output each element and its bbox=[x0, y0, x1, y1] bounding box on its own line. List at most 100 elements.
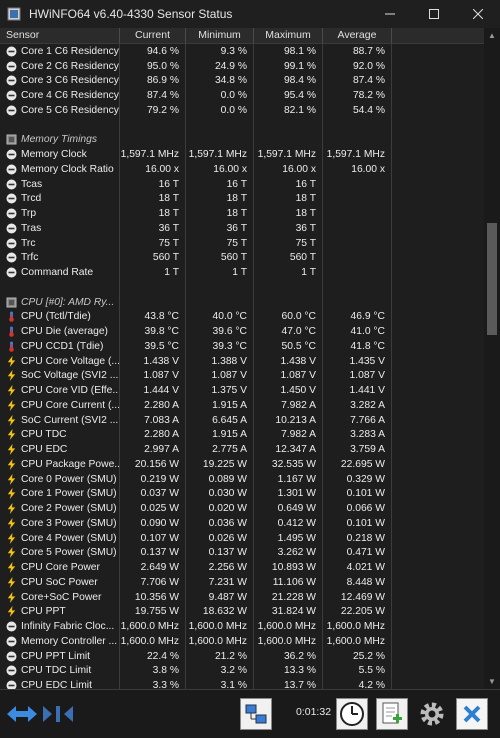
maximum-value bbox=[254, 294, 323, 310]
sensor-name-cell: Core 2 Power (SMU) bbox=[0, 501, 120, 516]
sensor-row[interactable]: SoC Current (SVI2 ... 7.083 A 6.645 A 10.21… bbox=[0, 412, 484, 428]
group-header-row[interactable]: Memory Timings bbox=[0, 132, 484, 148]
header-average[interactable]: Average bbox=[323, 28, 392, 43]
sensor-row[interactable]: Memory Controller ... 1,600.0 MHz 1,600.0 … bbox=[0, 634, 484, 649]
header-maximum[interactable]: Maximum bbox=[254, 28, 323, 43]
sensor-label: Core+SoC Power bbox=[21, 591, 102, 603]
sensor-row[interactable]: CPU PPT Limit 22.4 % 21.2 % 36.2 % 25.2 % bbox=[0, 648, 484, 664]
sensor-row[interactable]: Tras 36 T 36 T 36 T bbox=[0, 221, 484, 236]
sensor-row[interactable]: Trc 75 T 75 T 75 T bbox=[0, 235, 484, 251]
sensor-row[interactable]: Memory Clock Ratio 16.00 x 16.00 x 16.00 x1… bbox=[0, 162, 484, 177]
current-value: 10.356 W bbox=[120, 589, 186, 605]
average-value: 87.4 % bbox=[323, 73, 392, 89]
sensor-label: CPU TDC Limit bbox=[21, 665, 92, 677]
lightning-bolt-icon bbox=[6, 591, 17, 603]
vertical-scrollbar[interactable]: ▲ ▼ bbox=[484, 28, 500, 689]
sensor-minus-icon bbox=[6, 621, 17, 632]
scroll-up-arrow[interactable]: ▲ bbox=[484, 28, 500, 43]
header-sensor[interactable]: Sensor bbox=[0, 28, 120, 43]
sensor-row[interactable]: Core 0 Power (SMU) 0.219 W 0.089 W 1.167 W0… bbox=[0, 471, 484, 487]
sensor-row[interactable]: Core 3 C6 Residency 86.9 % 34.8 % 98.4 % 87.… bbox=[0, 73, 484, 89]
header-minimum[interactable]: Minimum bbox=[186, 28, 254, 43]
scroll-thumb[interactable] bbox=[487, 223, 497, 335]
sensor-row[interactable]: CPU SoC Power 7.706 W 7.231 W 11.106 W 8.448… bbox=[0, 575, 484, 590]
sensor-row[interactable]: CPU CCD1 (Tdie) 39.5 °C 39.3 °C 50.5 °C 41.8… bbox=[0, 339, 484, 354]
minimum-value: 9.487 W bbox=[186, 589, 254, 605]
maximum-value: 12.347 A bbox=[254, 442, 323, 457]
average-value: 1.441 V bbox=[323, 383, 392, 398]
current-value: 2.280 A bbox=[120, 398, 186, 413]
current-value: 2.997 A bbox=[120, 442, 186, 457]
sensor-row[interactable]: Core 5 C6 Residency 79.2 % 0.0 % 82.1 % 54.4… bbox=[0, 103, 484, 118]
minimum-value: 18 T bbox=[186, 191, 254, 207]
average-value: 46.9 °C bbox=[323, 309, 392, 325]
lightning-bolt-icon bbox=[6, 370, 17, 382]
sensor-row[interactable]: Infinity Fabric Cloc... 1,600.0 MHz 1,600.… bbox=[0, 619, 484, 634]
maximum-value: 32.535 W bbox=[254, 457, 323, 472]
sensor-row[interactable]: CPU Core VID (Effe... 1.444 V 1.375 V 1.450… bbox=[0, 383, 484, 398]
sensor-label: Trp bbox=[21, 208, 37, 220]
minimum-value: 0.036 W bbox=[186, 516, 254, 531]
sensor-row[interactable]: Core 2 Power (SMU) 0.025 W 0.020 W 0.649 W0… bbox=[0, 501, 484, 516]
minimum-value: 39.6 °C bbox=[186, 324, 254, 339]
sensor-row[interactable]: Core 5 Power (SMU) 0.137 W 0.137 W 3.262 W0… bbox=[0, 545, 484, 561]
sensor-label: Command Rate bbox=[21, 267, 94, 279]
sensor-row[interactable]: Core 4 C6 Residency 87.4 % 0.0 % 95.4 % 78.2… bbox=[0, 88, 484, 103]
sensor-row[interactable]: Core 1 Power (SMU) 0.037 W 0.030 W 1.301 W0… bbox=[0, 486, 484, 502]
sensor-row[interactable]: SoC Voltage (SVI2 ... 1.087 V 1.087 V 1.087… bbox=[0, 368, 484, 384]
sensor-row[interactable]: Trp 18 T 18 T 18 T bbox=[0, 206, 484, 221]
minimum-value: 0.020 W bbox=[186, 501, 254, 516]
sensor-row[interactable]: Core 2 C6 Residency 95.0 % 24.9 % 99.1 % 92.… bbox=[0, 58, 484, 74]
expand-collapse-button[interactable] bbox=[6, 698, 38, 730]
average-value: 25.2 % bbox=[323, 648, 392, 664]
sensor-row[interactable]: Trfc 560 T 560 T 560 T bbox=[0, 250, 484, 266]
settings-button[interactable] bbox=[416, 698, 448, 730]
sensor-row[interactable]: CPU Core Current (... 2.280 A 1.915 A 7.982… bbox=[0, 398, 484, 413]
network-button[interactable] bbox=[240, 698, 272, 730]
lightning-bolt-icon bbox=[6, 458, 17, 470]
sensor-row[interactable]: Core+SoC Power 10.356 W 9.487 W 21.228 W 12.… bbox=[0, 589, 484, 605]
scroll-down-arrow[interactable]: ▼ bbox=[484, 674, 500, 689]
average-value: 16.00 x bbox=[323, 162, 392, 177]
sensor-row[interactable]: CPU (Tctl/Tdie) 43.8 °C 40.0 °C 60.0 °C 46.9… bbox=[0, 309, 484, 325]
sensor-row[interactable]: CPU Core Power 2.649 W 2.256 W 10.893 W 4.02… bbox=[0, 560, 484, 575]
sensor-row[interactable]: Core 3 Power (SMU) 0.090 W 0.036 W 0.412 W0… bbox=[0, 516, 484, 531]
sensor-label: Trc bbox=[21, 237, 36, 249]
group-header-row[interactable]: CPU [#0]: AMD Ry... bbox=[0, 294, 484, 310]
sensor-row[interactable]: Memory Clock 1,597.1 MHz 1,597.1 MHz 1,597.… bbox=[0, 147, 484, 162]
header-current[interactable]: Current bbox=[120, 28, 186, 43]
lightning-bolt-icon bbox=[6, 562, 17, 574]
log-button[interactable] bbox=[376, 698, 408, 730]
minimum-value: 40.0 °C bbox=[186, 309, 254, 325]
current-value: 1.444 V bbox=[120, 383, 186, 398]
sensor-row[interactable]: Core 4 Power (SMU) 0.107 W 0.026 W 1.495 W0… bbox=[0, 530, 484, 546]
sensor-row[interactable]: CPU PPT 19.755 W 18.632 W 31.824 W 22.205 W bbox=[0, 604, 484, 620]
minimize-button[interactable] bbox=[368, 0, 412, 28]
sensor-row[interactable]: Core 1 C6 Residency 94.6 % 9.3 % 98.1 % 88.7… bbox=[0, 44, 484, 59]
maximize-button[interactable] bbox=[412, 0, 456, 28]
double-arrow-icon bbox=[7, 706, 37, 722]
clock-reset-button[interactable] bbox=[336, 698, 368, 730]
sensor-row[interactable]: CPU Package Powe... 20.156 W 19.225 W 32.53… bbox=[0, 457, 484, 472]
maximum-value: 1.450 V bbox=[254, 383, 323, 398]
sensor-row[interactable]: Trcd 18 T 18 T 18 T bbox=[0, 191, 484, 207]
sensor-minus-icon bbox=[6, 179, 17, 190]
sensor-name-cell: Memory Controller ... bbox=[0, 634, 120, 649]
average-value: 7.766 A bbox=[323, 412, 392, 428]
sensor-row[interactable]: CPU EDC 2.997 A 2.775 A 12.347 A 3.759 A bbox=[0, 442, 484, 457]
sensor-row[interactable]: CPU TDC Limit 3.8 % 3.2 % 13.3 % 5.5 % bbox=[0, 663, 484, 679]
sensor-row[interactable]: Tcas 16 T 16 T 16 T bbox=[0, 176, 484, 192]
maximum-value: 10.893 W bbox=[254, 560, 323, 575]
average-value: 1,600.0 MHz bbox=[323, 634, 392, 649]
maximum-value: 47.0 °C bbox=[254, 324, 323, 339]
sensor-row[interactable]: CPU Die (average) 39.8 °C 39.6 °C 47.0 °C 41… bbox=[0, 324, 484, 339]
sensor-row[interactable]: CPU EDC Limit 3.3 % 3.1 % 13.7 % 4.2 % bbox=[0, 678, 484, 689]
current-value: 1,597.1 MHz bbox=[120, 147, 186, 162]
sensor-row[interactable]: CPU Core Voltage (... 1.438 V 1.388 V 1.438… bbox=[0, 353, 484, 369]
sensor-row[interactable]: CPU TDC 2.280 A 1.915 A 7.982 A 3.283 A bbox=[0, 427, 484, 443]
sensor-row[interactable]: Command Rate 1 T1 T1 T bbox=[0, 265, 484, 280]
lightning-bolt-icon bbox=[6, 488, 17, 500]
close-sensors-button[interactable] bbox=[456, 698, 488, 730]
layout-button[interactable] bbox=[42, 698, 74, 730]
close-window-button[interactable] bbox=[456, 0, 500, 28]
